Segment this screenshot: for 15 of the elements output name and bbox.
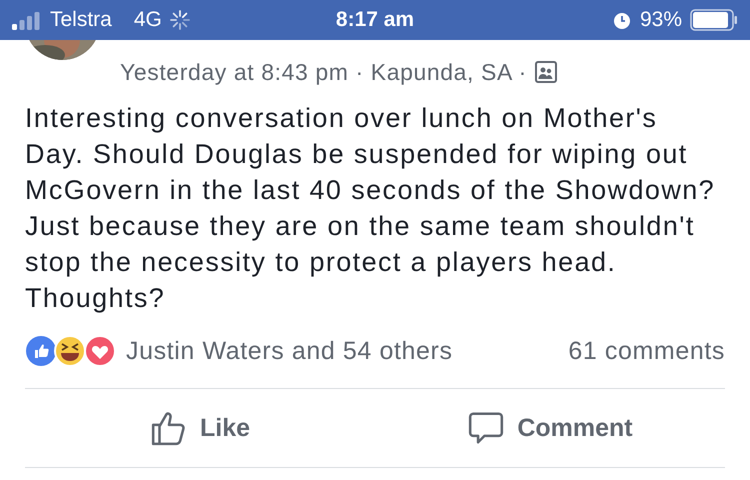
group-icon [534,61,557,83]
carrier-name: Telstra [50,8,112,32]
comments-count[interactable]: 61 comments [568,336,725,366]
post-text: Interesting conversation over lunch on Mother's Day. Should Douglas be suspended for wiping out McGovern in the last 40 seconds of the Showdown? Just because they are on the same team shouldn't stop the necessity to protect a players head. Thoughts? [24,102,716,315]
signal-icon [12,10,42,30]
reactions-summary[interactable]: Justin Waters and 54 others [126,336,568,366]
activity-spinner-icon [170,10,190,30]
post-meta: Yesterday at 8:43 pm · Kapunda, SA · [120,58,527,86]
clock-time: 8:17 am [336,8,414,32]
network-type: 4G [134,8,162,32]
battery-percent: 93% [640,8,682,32]
battery-icon [690,9,738,31]
like-button[interactable]: Like [25,389,375,467]
comment-button[interactable]: Comment [375,389,725,467]
alarm-clock-icon [612,10,632,30]
